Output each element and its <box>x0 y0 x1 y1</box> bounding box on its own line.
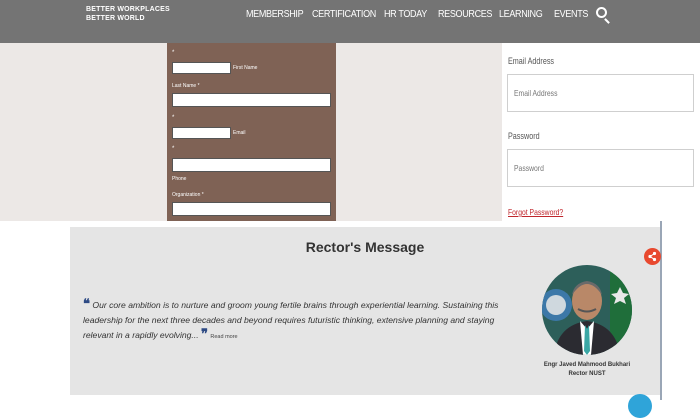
rector-name-caption: Engr Javed Mahmood Bukhari Rector NUST <box>522 361 652 379</box>
top-navigation-bar: BETTER WORKPLACES BETTER WORLD MEMBERSHI… <box>0 0 700 43</box>
email-address-label: Email Address <box>508 56 555 66</box>
rector-message-title: Rector's Message <box>305 239 425 255</box>
rector-role: Rector NUST <box>568 371 606 377</box>
phone-field[interactable] <box>172 158 331 172</box>
phone-label: Phone <box>172 176 187 182</box>
nav-events[interactable]: EVENTS <box>554 8 588 20</box>
login-email-input[interactable]: Email Address <box>507 74 694 112</box>
share-icon <box>648 251 657 262</box>
nav-learning[interactable]: LEARNING <box>499 8 543 20</box>
rector-portrait-photo <box>542 265 632 355</box>
close-quote-icon: ❞ <box>201 326 208 341</box>
chat-widget-button[interactable] <box>628 394 652 418</box>
first-name-field[interactable] <box>172 62 231 74</box>
organization-label: Organization * <box>172 192 204 198</box>
read-more-link[interactable]: Read more <box>210 334 237 340</box>
nav-certification[interactable]: CERTIFICATION <box>312 8 376 20</box>
required-mark: * <box>172 50 175 56</box>
login-password-placeholder: Password <box>514 163 544 173</box>
open-quote-icon: ❝ <box>83 296 90 311</box>
nav-membership[interactable]: MEMBERSHIP <box>246 8 304 20</box>
signup-form-panel: * First Name Last Name * * Email * Phone… <box>167 43 336 221</box>
login-email-placeholder: Email Address <box>514 88 558 98</box>
nav-hr-today[interactable]: HR TODAY <box>384 8 427 20</box>
brand-logo-text[interactable]: BETTER WORKPLACES BETTER WORLD <box>86 5 170 23</box>
required-mark: * <box>172 115 175 121</box>
rector-message-section: Rector's Message ❝ Our core ambition is … <box>70 227 660 395</box>
brand-line-1: BETTER WORKPLACES <box>86 6 170 13</box>
email-field[interactable] <box>172 127 231 139</box>
login-password-input[interactable]: Password <box>507 149 694 187</box>
rector-quote-text: Our core ambition is to nurture and groo… <box>83 300 499 340</box>
password-label: Password <box>508 131 540 141</box>
rector-name: Engr Javed Mahmood Bukhari <box>543 362 631 368</box>
email-label: Email <box>233 130 246 136</box>
share-button[interactable] <box>644 248 661 265</box>
forgot-password-link[interactable]: Forgot Password? <box>508 207 563 217</box>
rector-portrait-image <box>542 265 632 355</box>
brand-line-2: BETTER WORLD <box>86 15 145 22</box>
organization-field[interactable] <box>172 202 331 216</box>
last-name-label: Last Name * <box>172 83 200 89</box>
search-icon[interactable] <box>596 7 607 18</box>
last-name-field[interactable] <box>172 93 331 107</box>
nav-resources[interactable]: RESOURCES <box>438 8 492 20</box>
first-name-label: First Name <box>233 65 258 71</box>
required-mark: * <box>172 146 175 152</box>
rector-quote: ❝ Our core ambition is to nurture and gr… <box>83 296 503 345</box>
